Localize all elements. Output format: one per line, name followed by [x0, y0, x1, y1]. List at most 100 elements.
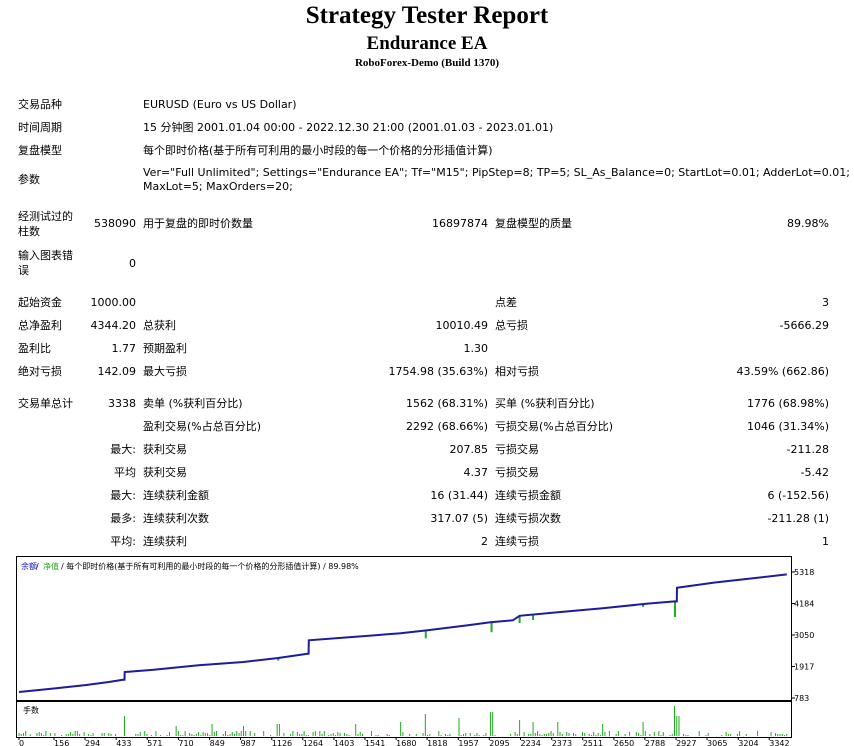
- legend-model: / 每个即时价格(基于所有可利用的最小时段的每一个价格的分形插值计算) / 89…: [61, 561, 359, 571]
- x-tick-label: 2650: [614, 739, 634, 746]
- largest-loss-label: 亏损交易: [495, 443, 539, 456]
- x-tick-label: 2234: [521, 739, 541, 746]
- largest-win-value: 207.85: [449, 443, 489, 456]
- long-trades-label: 买单 (%获利百分比): [495, 397, 595, 410]
- bars-label-2: 柱数: [18, 225, 40, 238]
- x-tick-label: 1818: [427, 739, 447, 746]
- y-tick-label: 783: [794, 694, 809, 703]
- net-profit-value: 4344.20: [90, 319, 137, 332]
- total-trades-value: 3338: [108, 397, 136, 410]
- deposit-value: 1000.00: [90, 296, 137, 309]
- abs-drawdown-label: 绝对亏损: [18, 365, 62, 378]
- legend-equity: 净值: [43, 561, 59, 571]
- period-label: 时间周期: [18, 121, 62, 134]
- x-tick-label: 3204: [738, 739, 758, 746]
- x-tick-label: 2927: [676, 739, 696, 746]
- avg-cons-loss-label: 连续亏损: [495, 535, 539, 548]
- symbol-value: EURUSD (Euro vs US Dollar): [143, 98, 297, 111]
- largest-label: 最大:: [110, 443, 136, 456]
- gross-profit-label: 总获利: [143, 319, 176, 332]
- maximum-label: 最大:: [110, 489, 136, 502]
- ticks-value: 16897874: [432, 217, 488, 230]
- abs-drawdown-value: 142.09: [97, 365, 137, 378]
- x-tick-label: 987: [241, 739, 256, 746]
- x-tick-label: 1957: [458, 739, 478, 746]
- errors-label-2: 误: [18, 264, 29, 277]
- avg-cons-loss-value: 1: [822, 535, 829, 548]
- cons-win-count-value: 317.07 (5): [430, 512, 488, 525]
- profit-factor-value: 1.77: [111, 342, 137, 355]
- most-label: 最多:: [110, 512, 136, 525]
- x-tick-label: 849: [210, 739, 225, 746]
- largest-loss-value: -211.28: [786, 443, 829, 456]
- model-label: 复盘模型: [18, 144, 62, 157]
- quality-value: 89.98%: [787, 217, 829, 230]
- spread-value: 3: [822, 296, 829, 309]
- x-tick-label: 294: [85, 739, 100, 746]
- short-trades-value: 1562 (68.31%): [405, 397, 488, 410]
- win-trades-value: 2292 (68.66%): [405, 420, 488, 433]
- x-tick-label: 1541: [365, 739, 385, 746]
- volume-plot-frame: [16, 701, 792, 738]
- average2-label: 平均:: [110, 535, 136, 548]
- payoff-value: 1.30: [463, 342, 489, 355]
- errors-value: 0: [129, 257, 136, 270]
- cons-loss-amount-value: 6 (-152.56): [767, 489, 829, 502]
- bars-label-1: 经测试过的: [18, 210, 73, 223]
- cons-win-amount-label: 连续获利金额: [143, 489, 209, 502]
- rel-drawdown-value: 43.59% (662.86): [736, 365, 829, 378]
- bars-value: 538090: [94, 217, 136, 230]
- y-tick-label: 4184: [794, 600, 814, 609]
- period-value: 15 分钟图 2001.01.04 00:00 - 2022.12.30 21:…: [143, 121, 554, 134]
- average-label: 平均: [114, 466, 136, 479]
- cons-win-amount-value: 16 (31.44): [430, 489, 488, 502]
- x-tick-label: 2095: [489, 739, 509, 746]
- x-tick-label: 1403: [334, 739, 354, 746]
- balance-chart: 余额 / 净值 / 每个即时价格(基于所有可利用的最小时段的每一个价格的分形插值…: [16, 556, 814, 746]
- spread-label: 点差: [495, 296, 517, 309]
- win-trades-label: 盈利交易(%占总百分比): [143, 420, 262, 433]
- errors-label-1: 输入图表错: [18, 249, 73, 262]
- report-title: Strategy Tester Report: [305, 2, 549, 29]
- x-tick-label: 2788: [645, 739, 665, 746]
- main-plot-frame: [16, 556, 792, 701]
- params-line2: MaxLot=5; MaxOrders=20;: [143, 180, 293, 193]
- avg-win-value: 4.37: [463, 466, 489, 479]
- gross-profit-value: 10010.49: [435, 319, 489, 332]
- loss-trades-value: 1046 (31.34%): [746, 420, 829, 433]
- y-tick-label: 3050: [794, 631, 814, 640]
- x-axis: 0 156 294 433 571 710 849 987 1126 1264 1403 1541 16…: [18, 737, 790, 746]
- loss-trades-label: 亏损交易(%占总百分比): [495, 420, 614, 433]
- x-tick-label: 2511: [583, 739, 603, 746]
- cons-loss-count-label: 连续亏损次数: [495, 512, 561, 525]
- quality-label: 复盘模型的质量: [495, 217, 572, 230]
- avg-loss-label: 亏损交易: [495, 466, 539, 479]
- x-tick-label: 0: [19, 739, 24, 746]
- cons-win-count-label: 连续获利次数: [143, 512, 209, 525]
- max-drawdown-label: 最大亏损: [143, 365, 187, 378]
- x-tick-label: 2373: [552, 739, 572, 746]
- x-tick-label: 3342: [769, 739, 789, 746]
- long-trades-value: 1776 (68.98%): [746, 397, 829, 410]
- x-tick-label: 1680: [396, 739, 416, 746]
- avg-win-label: 获利交易: [143, 466, 187, 479]
- max-drawdown-value: 1754.98 (35.63%): [388, 365, 488, 378]
- ea-name: Endurance EA: [366, 33, 488, 54]
- x-tick-label: 156: [54, 739, 69, 746]
- x-tick-label: 1264: [303, 739, 323, 746]
- params-line1: Ver="Full Unlimited"; Settings="Enduranc…: [143, 166, 851, 179]
- total-trades-label: 交易单总计: [18, 397, 73, 410]
- net-profit-label: 总净盈利: [18, 319, 62, 332]
- profit-factor-label: 盈利比: [18, 342, 51, 355]
- y-tick-label: 5318: [794, 568, 814, 577]
- avg-loss-value: -5.42: [800, 466, 829, 479]
- rel-drawdown-label: 相对亏损: [495, 365, 539, 378]
- y-tick-label: 1917: [794, 662, 814, 671]
- gross-loss-value: -5666.29: [779, 319, 829, 332]
- x-tick-label: 571: [147, 739, 162, 746]
- cons-loss-count-value: -211.28 (1): [767, 512, 829, 525]
- avg-cons-win-value: 2: [481, 535, 488, 548]
- server-build: RoboForex-Demo (Build 1370): [354, 57, 499, 69]
- x-tick-label: 1126: [272, 739, 292, 746]
- volume-label: 手数: [23, 705, 39, 715]
